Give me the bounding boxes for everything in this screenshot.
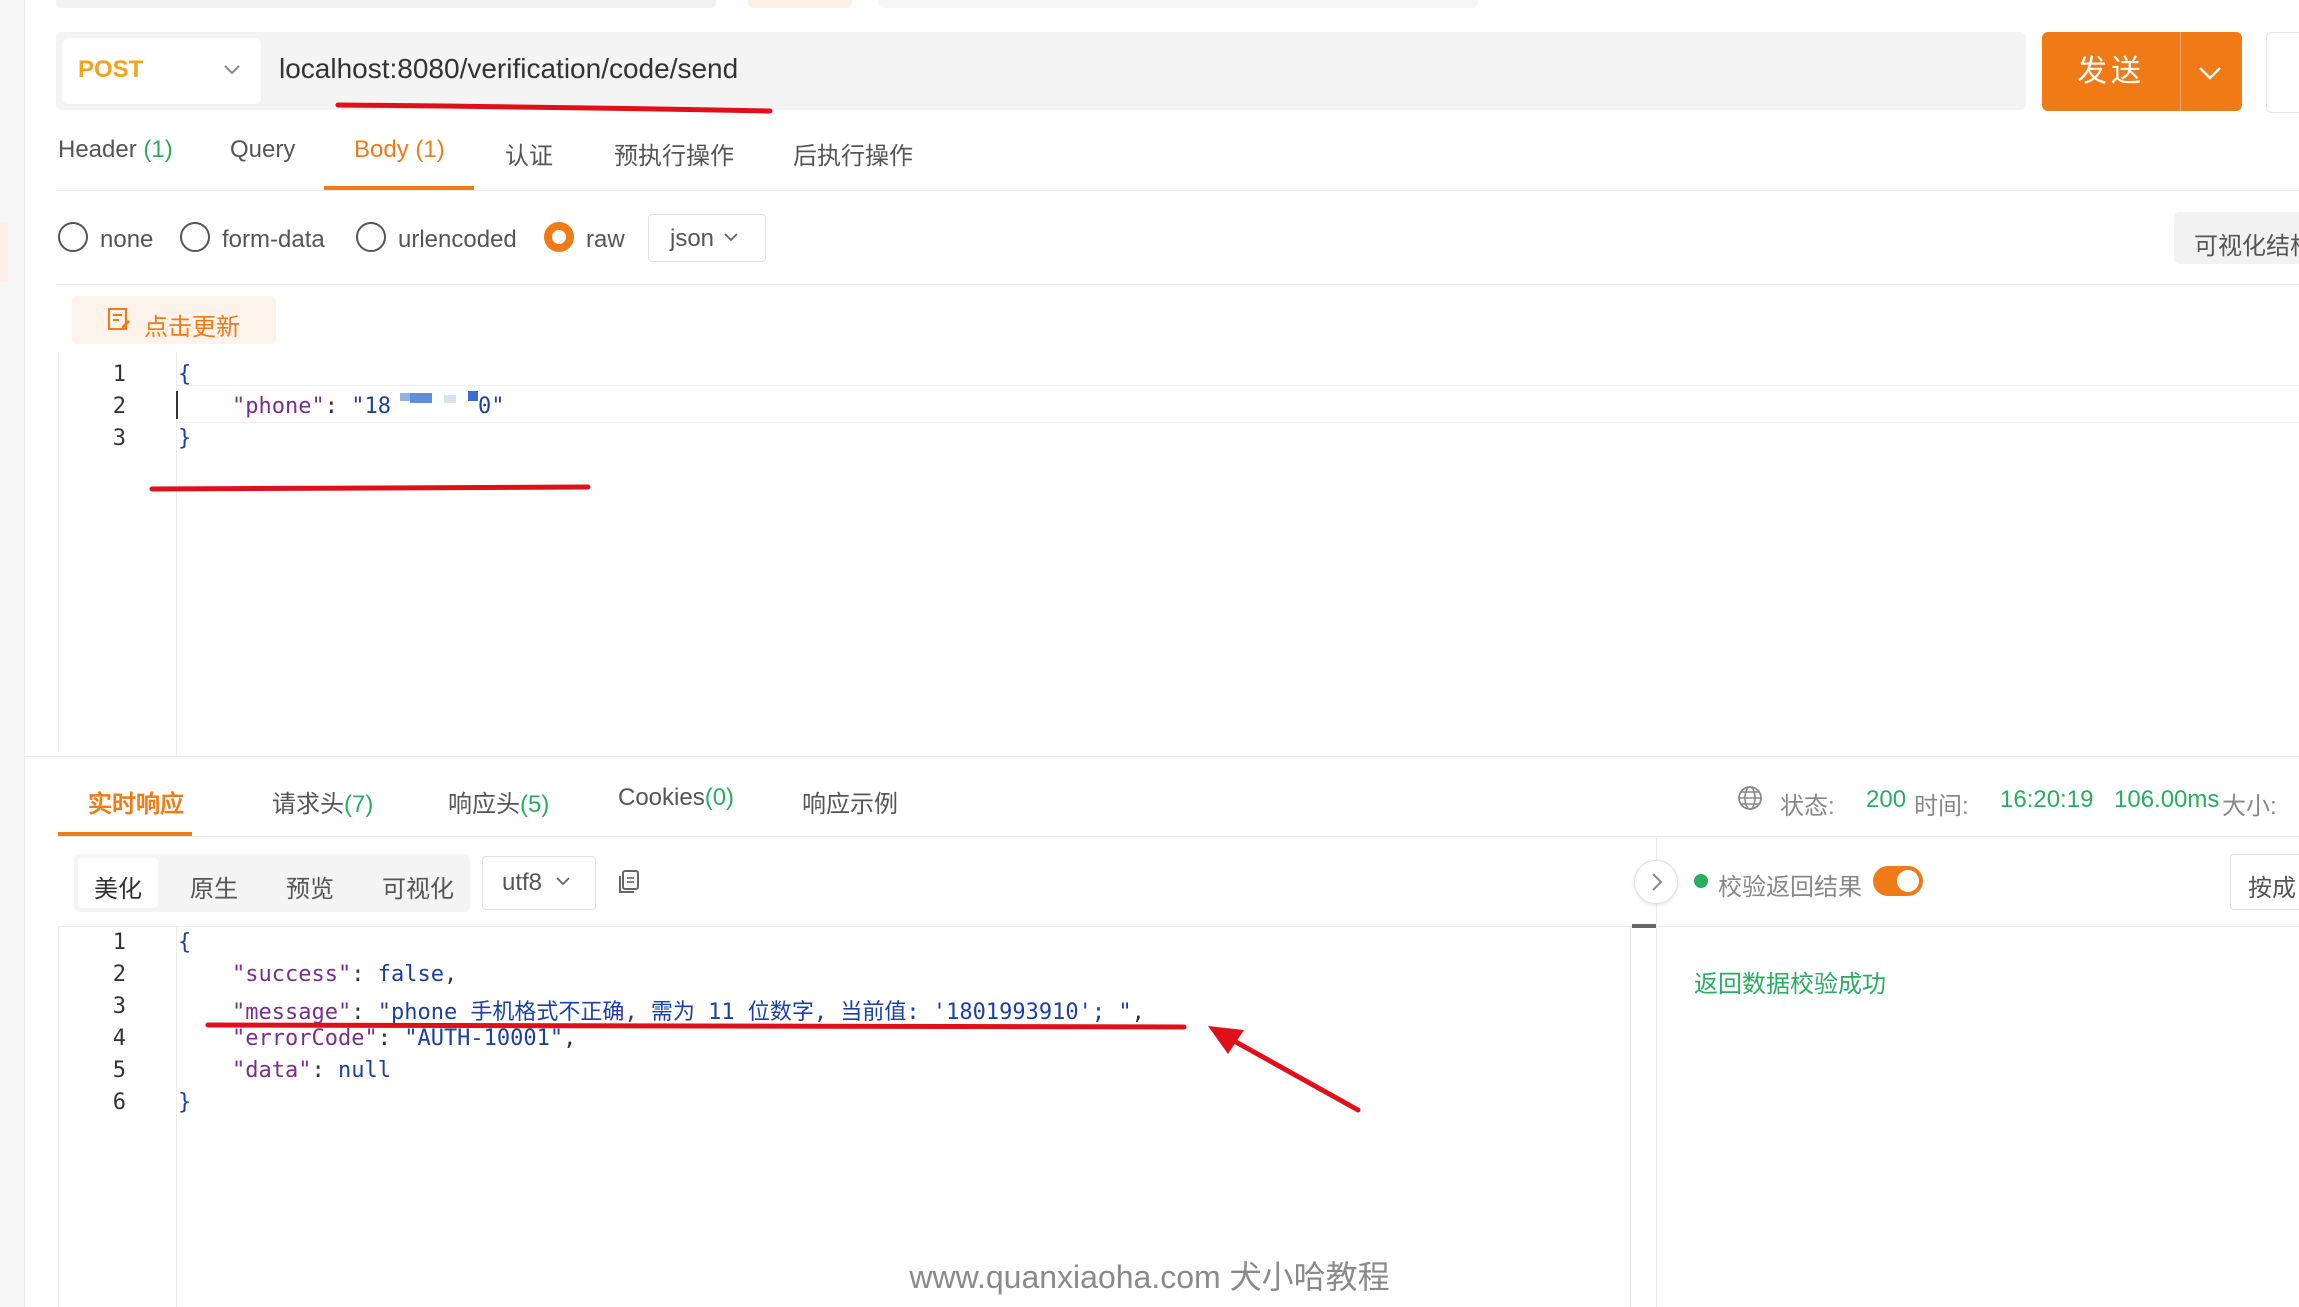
- send-button-label[interactable]: 发送: [2042, 32, 2180, 111]
- top-tab-stub-active[interactable]: [748, 0, 852, 8]
- chevron-right-icon: [1652, 873, 1663, 891]
- generate-button-label[interactable]: 按成: [2248, 868, 2296, 903]
- view-mode-raw[interactable]: 原生: [190, 869, 238, 904]
- radio-none-label[interactable]: none: [100, 226, 153, 254]
- sidebar-active-marker: [0, 222, 8, 282]
- code-close-brace: }: [178, 426, 192, 451]
- text-cursor: [176, 391, 178, 419]
- format-select-value[interactable]: json: [670, 225, 714, 253]
- encoding-select-value[interactable]: utf8: [502, 869, 542, 897]
- code-line-message: "message": "phone 手机格式不正确, 需为 11 位数字, 当前…: [232, 1000, 1145, 1025]
- redacted-mosaic: [468, 391, 478, 401]
- tab-query[interactable]: Query: [230, 136, 295, 164]
- redacted-mosaic: [444, 395, 456, 403]
- view-mode-preview[interactable]: 预览: [286, 869, 334, 904]
- validate-response-label: 校验返回结果: [1718, 874, 1862, 901]
- url-input[interactable]: localhost:8080/verification/code/send: [279, 53, 738, 85]
- radio-urlencoded-label[interactable]: urlencoded: [398, 226, 517, 254]
- editor-left-border: [58, 926, 59, 1307]
- code-open-brace: {: [178, 362, 192, 387]
- view-mode-pretty[interactable]: 美化: [94, 869, 142, 904]
- visualize-structure-label[interactable]: 可视化结构: [2194, 226, 2299, 261]
- chevron-down-icon: [556, 877, 570, 886]
- status-dot: [1694, 874, 1708, 888]
- line-number: 4: [112, 1026, 126, 1051]
- code-line-data: "data": null: [232, 1058, 391, 1083]
- radio-none[interactable]: [58, 222, 88, 252]
- code-close-brace: }: [178, 1090, 192, 1115]
- radio-raw-label[interactable]: raw: [586, 226, 625, 254]
- tab-request-headers[interactable]: 请求头(7): [272, 784, 373, 819]
- annotation-arrow-head: [1208, 1026, 1244, 1054]
- line-number: 1: [112, 930, 126, 955]
- method-label: POST: [78, 56, 144, 83]
- tab-response-examples[interactable]: 响应示例: [802, 784, 898, 819]
- time-value: 16:20:19: [2000, 786, 2094, 813]
- line-number: 1: [112, 362, 126, 387]
- send-button-separator: [2180, 32, 2181, 111]
- code-line-errorcode: "errorCode": "AUTH-10001",: [232, 1026, 577, 1051]
- editor-gutter-divider: [176, 926, 177, 1307]
- status-label: 状态:: [1780, 793, 1835, 820]
- save-button[interactable]: [2266, 32, 2299, 113]
- line-number: 2: [112, 962, 126, 987]
- tab-post-request[interactable]: 后执行操作: [793, 136, 913, 171]
- chevron-down-icon: [724, 233, 738, 242]
- code-value-end: 0": [478, 394, 505, 419]
- line-number: 3: [112, 994, 126, 1019]
- edit-note-icon: [108, 308, 130, 330]
- time-label: 时间:: [1914, 793, 1969, 820]
- tab-header[interactable]: Header (1): [58, 136, 173, 164]
- line-number: 3: [112, 426, 126, 451]
- tab-cookies[interactable]: Cookies(0): [618, 784, 734, 812]
- tab-body[interactable]: Body (1): [354, 136, 445, 164]
- code-line: "phone": "18: [232, 394, 391, 419]
- chevron-down-icon[interactable]: [2196, 60, 2224, 84]
- radio-form-data[interactable]: [180, 222, 210, 252]
- radio-raw[interactable]: [544, 222, 574, 252]
- left-sidebar-strip: [0, 0, 25, 1307]
- toggle-knob: [1897, 870, 1919, 892]
- annotation-arrow-shaft: [1215, 1029, 1361, 1113]
- divider: [58, 926, 1656, 927]
- top-tab-stub[interactable]: [878, 0, 1478, 8]
- duration-value: 106.00ms: [2114, 786, 2220, 813]
- scrollbar-thumb[interactable]: [1632, 924, 1656, 928]
- globe-icon: [1738, 786, 1762, 810]
- validation-result: 返回数据校验成功: [1694, 971, 1886, 998]
- redacted-mosaic: [410, 393, 432, 403]
- tab-response-headers[interactable]: 响应头(5): [448, 784, 549, 819]
- line-number: 5: [112, 1058, 126, 1083]
- watermark: www.quanxiaoha.com 犬小哈教程: [909, 1259, 1390, 1295]
- tab-auth[interactable]: 认证: [505, 136, 553, 171]
- radio-form-data-label[interactable]: form-data: [222, 226, 325, 254]
- update-button-label[interactable]: 点击更新: [144, 307, 240, 342]
- tab-pre-request[interactable]: 预执行操作: [614, 136, 734, 171]
- divider: [1656, 926, 2299, 927]
- tab-live-response[interactable]: 实时响应: [88, 784, 184, 819]
- divider: [56, 284, 2299, 285]
- vertical-scrollbar-track[interactable]: [1630, 926, 1631, 1307]
- status-code: 200: [1866, 786, 1907, 813]
- copy-icon[interactable]: [616, 868, 642, 896]
- divider: [24, 756, 2299, 757]
- view-mode-visualize[interactable]: 可视化: [382, 869, 454, 904]
- top-tab-stub[interactable]: [56, 0, 716, 8]
- size-label: 大小:: [2222, 793, 2277, 820]
- chevron-down-icon: [224, 65, 240, 75]
- panel-splitter[interactable]: [1656, 838, 1657, 1307]
- code-line-success: "success": false,: [232, 962, 458, 987]
- line-number: 6: [112, 1090, 126, 1115]
- code-open-brace: {: [178, 930, 192, 955]
- divider: [56, 190, 2299, 191]
- radio-urlencoded[interactable]: [356, 222, 386, 252]
- divider: [56, 836, 2299, 837]
- line-number: 2: [112, 394, 126, 419]
